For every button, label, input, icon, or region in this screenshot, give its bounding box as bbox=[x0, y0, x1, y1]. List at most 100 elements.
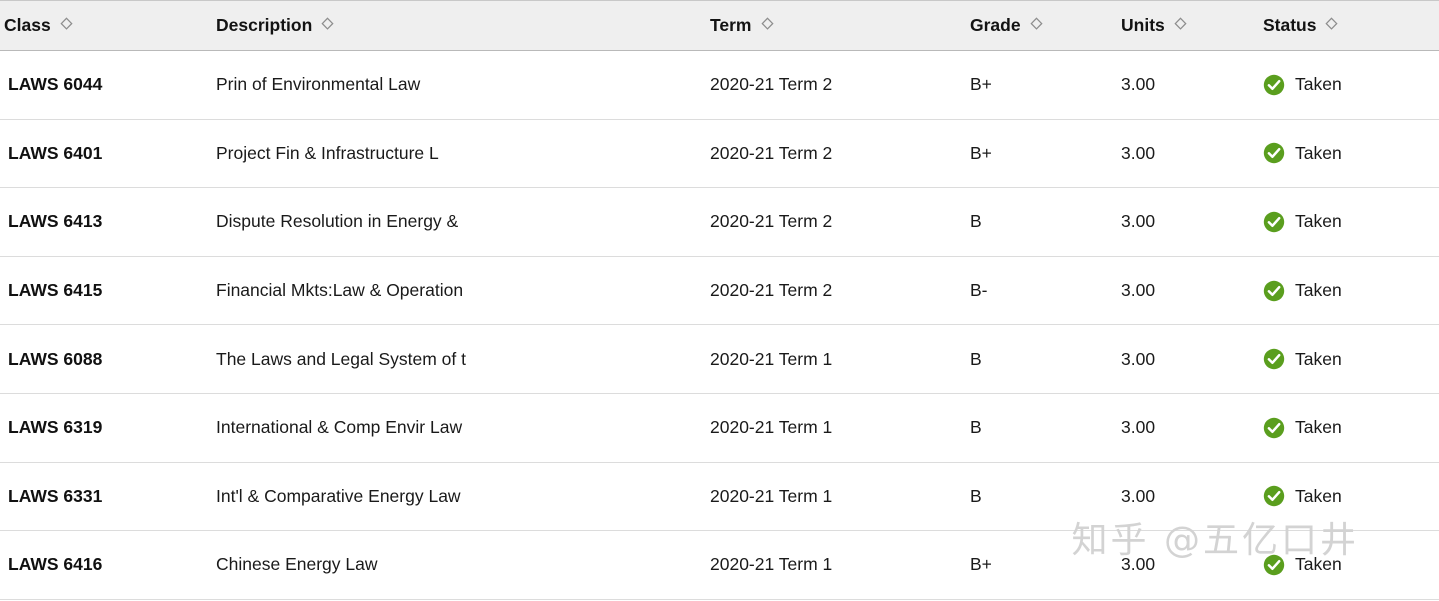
status-badge: Taken bbox=[1263, 348, 1439, 370]
cell-status: Taken bbox=[1263, 142, 1439, 164]
sort-diamond-icon[interactable] bbox=[1030, 17, 1043, 34]
class-history-table: Class Description Term Grade Units Statu… bbox=[0, 0, 1439, 600]
cell-term: 2020-21 Term 2 bbox=[710, 280, 833, 301]
status-badge: Taken bbox=[1263, 280, 1439, 302]
cell-class: LAWS 6088 bbox=[8, 348, 103, 369]
sort-diamond-icon[interactable] bbox=[760, 17, 774, 34]
cell-units: 3.00 bbox=[1121, 142, 1156, 163]
column-header-class-label: Class bbox=[4, 15, 51, 35]
column-header-term[interactable]: Term bbox=[706, 15, 964, 36]
cell-description: International & Comp Envir Law bbox=[216, 417, 463, 438]
cell-units: 3.00 bbox=[1121, 554, 1156, 575]
table-body: LAWS 6044 Prin of Environmental Law 2020-2… bbox=[0, 51, 1439, 600]
column-header-status-label: Status bbox=[1263, 15, 1317, 35]
cell-description: Dispute Resolution in Energy & bbox=[216, 211, 459, 232]
cell-status: Taken bbox=[1263, 348, 1439, 370]
cell-status: Taken bbox=[1263, 485, 1439, 507]
column-header-grade-label: Grade bbox=[970, 15, 1021, 35]
status-label: Taken bbox=[1295, 142, 1342, 163]
check-circle-icon bbox=[1263, 211, 1285, 233]
table-row[interactable]: LAWS 6415 Financial Mkts:Law & Operation 2… bbox=[0, 256, 1439, 326]
check-circle-icon bbox=[1263, 348, 1285, 370]
cell-class: LAWS 6044 bbox=[8, 74, 103, 95]
status-badge: Taken bbox=[1263, 74, 1439, 96]
cell-class: LAWS 6331 bbox=[8, 485, 103, 506]
sort-diamond-icon[interactable] bbox=[1325, 17, 1339, 34]
status-badge: Taken bbox=[1263, 417, 1439, 439]
cell-status: Taken bbox=[1263, 417, 1439, 439]
column-header-units[interactable]: Units bbox=[1115, 15, 1263, 36]
cell-units: 3.00 bbox=[1121, 211, 1156, 232]
cell-status: Taken bbox=[1263, 211, 1439, 233]
cell-description: Financial Mkts:Law & Operation bbox=[216, 280, 464, 301]
cell-class: LAWS 6415 bbox=[8, 280, 103, 301]
table-row[interactable]: LAWS 6319 International & Comp Envir Law 2… bbox=[0, 393, 1439, 463]
table-row[interactable]: LAWS 6044 Prin of Environmental Law 2020-2… bbox=[0, 51, 1439, 120]
cell-class: LAWS 6401 bbox=[8, 142, 103, 163]
column-header-status[interactable]: Status bbox=[1263, 15, 1439, 36]
cell-class: LAWS 6319 bbox=[8, 417, 103, 438]
table-row[interactable]: LAWS 6331 Int'l & Comparative Energy Law 2… bbox=[0, 462, 1439, 532]
cell-grade: B+ bbox=[970, 142, 992, 163]
cell-status: Taken bbox=[1263, 554, 1439, 576]
cell-description: Int'l & Comparative Energy Law bbox=[216, 485, 461, 506]
table-header-row: Class Description Term Grade Units Statu… bbox=[0, 0, 1439, 51]
cell-term: 2020-21 Term 1 bbox=[710, 485, 833, 506]
cell-term: 2020-21 Term 1 bbox=[710, 348, 833, 369]
cell-description: Project Fin & Infrastructure L bbox=[216, 142, 439, 163]
check-circle-icon bbox=[1263, 280, 1285, 302]
cell-class: LAWS 6413 bbox=[8, 211, 103, 232]
cell-term: 2020-21 Term 2 bbox=[710, 74, 833, 95]
check-circle-icon bbox=[1263, 74, 1285, 96]
status-label: Taken bbox=[1295, 211, 1342, 232]
cell-grade: B+ bbox=[970, 554, 992, 575]
table-row[interactable]: LAWS 6401 Project Fin & Infrastructure L 2… bbox=[0, 119, 1439, 189]
cell-units: 3.00 bbox=[1121, 417, 1156, 438]
check-circle-icon bbox=[1263, 417, 1285, 439]
cell-description: Prin of Environmental Law bbox=[216, 74, 421, 95]
status-badge: Taken bbox=[1263, 485, 1439, 507]
cell-grade: B+ bbox=[970, 74, 992, 95]
column-header-units-label: Units bbox=[1121, 15, 1165, 35]
column-header-term-label: Term bbox=[710, 15, 752, 35]
status-label: Taken bbox=[1295, 554, 1342, 575]
table-row[interactable]: LAWS 6413 Dispute Resolution in Energy & 2… bbox=[0, 188, 1439, 257]
status-label: Taken bbox=[1295, 417, 1342, 438]
table-row[interactable]: LAWS 6416 Chinese Energy Law 2020-21 Term … bbox=[0, 531, 1439, 600]
cell-term: 2020-21 Term 1 bbox=[710, 554, 833, 575]
cell-class: LAWS 6416 bbox=[8, 554, 103, 575]
cell-units: 3.00 bbox=[1121, 485, 1156, 506]
check-circle-icon bbox=[1263, 485, 1285, 507]
status-label: Taken bbox=[1295, 280, 1342, 301]
sort-diamond-icon[interactable] bbox=[1174, 17, 1187, 34]
check-circle-icon bbox=[1263, 142, 1285, 164]
check-circle-icon bbox=[1263, 554, 1285, 576]
status-badge: Taken bbox=[1263, 211, 1439, 233]
cell-status: Taken bbox=[1263, 280, 1439, 302]
sort-diamond-icon[interactable] bbox=[60, 17, 73, 34]
status-badge: Taken bbox=[1263, 554, 1439, 576]
column-header-description[interactable]: Description bbox=[212, 15, 706, 36]
cell-grade: B bbox=[970, 417, 982, 438]
cell-grade: B bbox=[970, 348, 982, 369]
table-row[interactable]: LAWS 6088 The Laws and Legal System of t 2… bbox=[0, 325, 1439, 394]
cell-status: Taken bbox=[1263, 74, 1439, 96]
status-label: Taken bbox=[1295, 348, 1342, 369]
cell-grade: B- bbox=[970, 280, 988, 301]
cell-units: 3.00 bbox=[1121, 280, 1156, 301]
column-header-grade[interactable]: Grade bbox=[964, 15, 1115, 36]
cell-description: The Laws and Legal System of t bbox=[216, 348, 466, 369]
status-label: Taken bbox=[1295, 74, 1342, 95]
column-header-description-label: Description bbox=[216, 15, 313, 35]
sort-diamond-icon[interactable] bbox=[321, 17, 334, 34]
status-label: Taken bbox=[1295, 485, 1342, 506]
status-badge: Taken bbox=[1263, 142, 1439, 164]
cell-description: Chinese Energy Law bbox=[216, 554, 378, 575]
cell-grade: B bbox=[970, 485, 982, 506]
column-header-class[interactable]: Class bbox=[0, 15, 212, 36]
cell-grade: B bbox=[970, 211, 982, 232]
cell-term: 2020-21 Term 2 bbox=[710, 142, 833, 163]
cell-term: 2020-21 Term 1 bbox=[710, 417, 833, 438]
cell-units: 3.00 bbox=[1121, 74, 1156, 95]
cell-term: 2020-21 Term 2 bbox=[710, 211, 833, 232]
